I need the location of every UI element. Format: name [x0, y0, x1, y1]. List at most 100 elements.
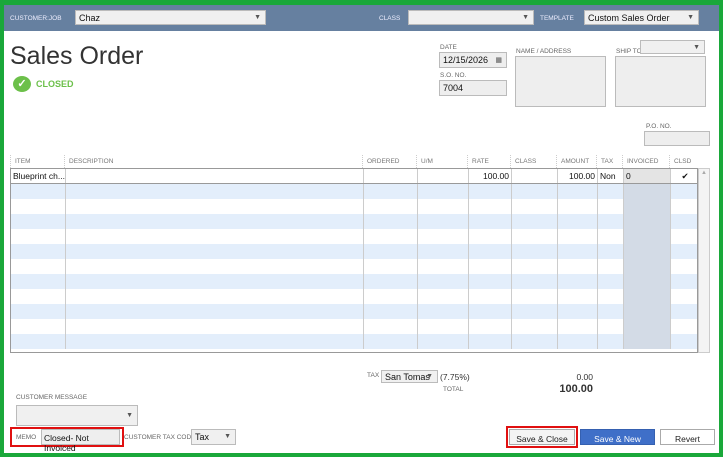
cell-clsd[interactable] — [670, 199, 699, 214]
cell-amount[interactable] — [557, 244, 597, 259]
cell-invoiced[interactable]: 0 — [623, 169, 670, 183]
cell-description[interactable] — [65, 244, 363, 259]
po-no-field[interactable] — [644, 131, 710, 146]
cell-ordered[interactable] — [363, 244, 417, 259]
cell-amount[interactable] — [557, 259, 597, 274]
cell-class[interactable] — [511, 199, 557, 214]
cell-rate[interactable] — [468, 319, 511, 334]
column-header-tax[interactable]: TAX — [596, 155, 622, 168]
cell-amount[interactable] — [557, 184, 597, 199]
cell-amount[interactable] — [557, 334, 597, 349]
cell-ordered[interactable] — [363, 319, 417, 334]
cell-amount[interactable] — [557, 229, 597, 244]
cell-tax[interactable] — [597, 229, 623, 244]
cell-um[interactable] — [417, 244, 468, 259]
cell-rate[interactable] — [468, 304, 511, 319]
cell-class[interactable] — [511, 169, 557, 183]
cell-um[interactable] — [417, 169, 468, 183]
cell-tax[interactable] — [597, 274, 623, 289]
cell-description[interactable] — [65, 214, 363, 229]
column-header-ordered[interactable]: ORDERED — [362, 155, 416, 168]
table-row[interactable] — [11, 319, 697, 334]
table-row[interactable] — [11, 229, 697, 244]
cell-clsd[interactable] — [670, 184, 699, 199]
column-header-rate[interactable]: RATE — [467, 155, 510, 168]
cell-class[interactable] — [511, 229, 557, 244]
cell-um[interactable] — [417, 304, 468, 319]
cell-tax[interactable] — [597, 214, 623, 229]
customer-tax-code-select[interactable]: Tax ▼ — [191, 429, 236, 445]
scroll-up-icon[interactable]: ▲ — [701, 170, 707, 176]
cell-rate[interactable] — [468, 184, 511, 199]
scrollbar[interactable]: ▲ — [698, 168, 710, 353]
cell-invoiced[interactable] — [623, 244, 670, 259]
cell-rate[interactable] — [468, 334, 511, 349]
cell-class[interactable] — [511, 244, 557, 259]
cell-rate[interactable] — [468, 289, 511, 304]
cell-um[interactable] — [417, 274, 468, 289]
cell-invoiced[interactable] — [623, 259, 670, 274]
cell-ordered[interactable] — [363, 229, 417, 244]
cell-ordered[interactable] — [363, 184, 417, 199]
cell-tax[interactable] — [597, 184, 623, 199]
cell-clsd[interactable] — [670, 229, 699, 244]
cell-amount[interactable] — [557, 199, 597, 214]
cell-um[interactable] — [417, 199, 468, 214]
cell-description[interactable] — [65, 229, 363, 244]
calendar-icon[interactable]: ▦ — [495, 56, 502, 64]
cell-amount[interactable]: 100.00 — [557, 169, 597, 183]
column-header-class[interactable]: CLASS — [510, 155, 556, 168]
cell-ordered[interactable] — [363, 169, 417, 183]
tax-select[interactable]: San Tomas ▼ — [381, 370, 438, 383]
cell-ordered[interactable] — [363, 289, 417, 304]
cell-tax[interactable]: Non — [597, 169, 623, 183]
cell-clsd[interactable] — [670, 289, 699, 304]
cell-item[interactable] — [11, 304, 65, 319]
column-header-invoiced[interactable]: INVOICED — [622, 155, 669, 168]
cell-tax[interactable] — [597, 259, 623, 274]
table-row[interactable] — [11, 274, 697, 289]
cell-invoiced[interactable] — [623, 214, 670, 229]
cell-description[interactable] — [65, 259, 363, 274]
class-select[interactable]: ▼ — [408, 10, 534, 25]
cell-class[interactable] — [511, 289, 557, 304]
cell-um[interactable] — [417, 184, 468, 199]
cell-item[interactable] — [11, 334, 65, 349]
cell-invoiced[interactable] — [623, 229, 670, 244]
cell-description[interactable] — [65, 184, 363, 199]
cell-rate[interactable]: 100.00 — [468, 169, 511, 183]
cell-ordered[interactable] — [363, 304, 417, 319]
cell-tax[interactable] — [597, 199, 623, 214]
column-header-um[interactable]: U/M — [416, 155, 467, 168]
cell-um[interactable] — [417, 334, 468, 349]
cell-rate[interactable] — [468, 199, 511, 214]
cell-clsd[interactable] — [670, 334, 699, 349]
cell-clsd[interactable] — [670, 319, 699, 334]
cell-amount[interactable] — [557, 289, 597, 304]
cell-description[interactable] — [65, 289, 363, 304]
cell-item[interactable] — [11, 214, 65, 229]
cell-tax[interactable] — [597, 334, 623, 349]
cell-description[interactable] — [65, 199, 363, 214]
customer-message-select[interactable]: ▼ — [16, 405, 138, 426]
cell-amount[interactable] — [557, 214, 597, 229]
table-row[interactable] — [11, 259, 697, 274]
cell-class[interactable] — [511, 259, 557, 274]
cell-amount[interactable] — [557, 304, 597, 319]
ship-to-select[interactable]: ▼ — [640, 40, 705, 54]
cell-rate[interactable] — [468, 259, 511, 274]
table-row[interactable] — [11, 304, 697, 319]
date-field[interactable]: 12/15/2026 ▦ — [439, 52, 507, 68]
column-header-amount[interactable]: AMOUNT — [556, 155, 596, 168]
cell-item[interactable] — [11, 184, 65, 199]
template-select[interactable]: Custom Sales Order ▼ — [584, 10, 699, 25]
cell-class[interactable] — [511, 334, 557, 349]
cell-item[interactable] — [11, 274, 65, 289]
cell-description[interactable] — [65, 169, 363, 183]
cell-item[interactable] — [11, 289, 65, 304]
table-row[interactable] — [11, 289, 697, 304]
so-no-field[interactable]: 7004 — [439, 80, 507, 96]
cell-item[interactable]: Blueprint ch... — [11, 169, 65, 183]
cell-description[interactable] — [65, 334, 363, 349]
table-row[interactable] — [11, 184, 697, 199]
